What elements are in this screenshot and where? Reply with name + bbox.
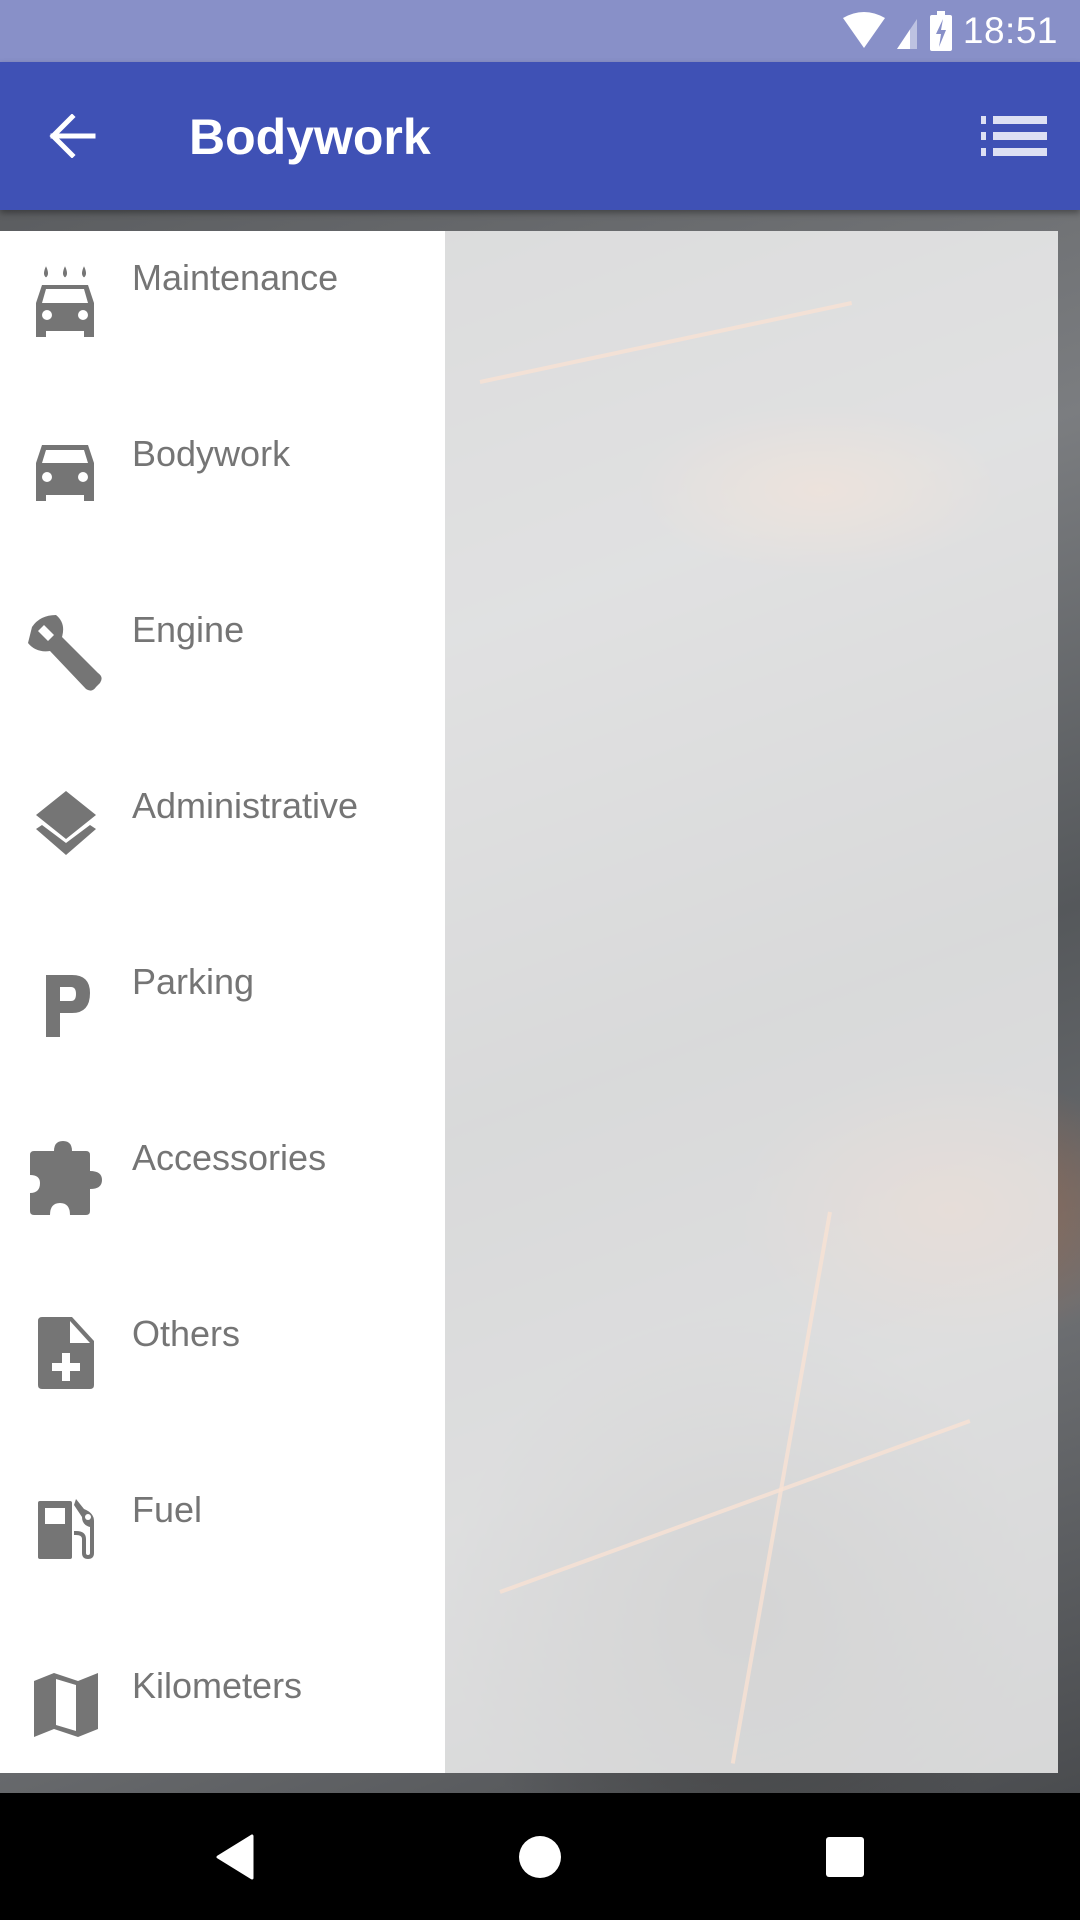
navigation-drawer: Maintenance Bodywork Engine Administrati… [0,231,445,1773]
drawer-item-label: Administrative [132,785,359,826]
drawer-item-label: Fuel [132,1489,203,1530]
back-button[interactable] [36,100,108,172]
battery-charging-icon [929,11,952,51]
drawer-item-label: Maintenance [132,257,339,298]
drawer-item-fuel[interactable]: Fuel [0,1463,445,1639]
status-time: 18:51 [962,10,1058,51]
cellular-signal-icon [896,19,917,49]
drawer-item-label: Parking [132,961,255,1002]
drawer-item-label: Bodywork [132,433,291,474]
content-scrim [445,231,1058,1773]
wrench-icon [28,615,102,691]
app-bar: Bodywork [0,62,1080,210]
wifi-icon [842,12,885,48]
list-icon [981,116,1047,156]
parking-icon [46,975,90,1037]
car-wash-icon [36,266,94,337]
drawer-item-label: Others [132,1313,241,1354]
layers-icon [36,791,96,855]
drawer-item-bodywork[interactable]: Bodywork [0,407,445,583]
drawer-item-accessories[interactable]: Accessories [0,1111,445,1287]
note-add-icon [38,1317,94,1389]
nav-back-button[interactable] [190,1821,280,1893]
page-title: Bodywork [189,109,431,165]
drawer-item-administrative[interactable]: Administrative [0,759,445,935]
nav-home-button[interactable] [495,1821,585,1893]
status-icons: 18:51 [841,8,1058,54]
system-navigation-bar [0,1793,1080,1920]
drawer-item-label: Engine [132,609,245,650]
list-view-button[interactable] [978,102,1050,170]
drawer-item-others[interactable]: Others [0,1287,445,1463]
arrow-back-icon [49,114,96,158]
gas-station-icon [38,1499,94,1559]
recents-square-icon [826,1837,864,1877]
map-icon [34,1673,98,1737]
drawer-item-engine[interactable]: Engine [0,583,445,759]
drawer-item-label: Accessories [132,1137,327,1178]
puzzle-icon [30,1141,102,1215]
car-icon [36,445,94,501]
back-triangle-icon [216,1834,254,1880]
nav-recents-button[interactable] [800,1821,890,1893]
drawer-item-maintenance[interactable]: Maintenance [0,231,445,407]
status-bar: 18:51 [0,0,1080,62]
drawer-item-label: Kilometers [132,1665,303,1706]
drawer-item-kilometers[interactable]: Kilometers [0,1639,445,1815]
drawer-item-parking[interactable]: Parking [0,935,445,1111]
home-circle-icon [519,1836,561,1878]
